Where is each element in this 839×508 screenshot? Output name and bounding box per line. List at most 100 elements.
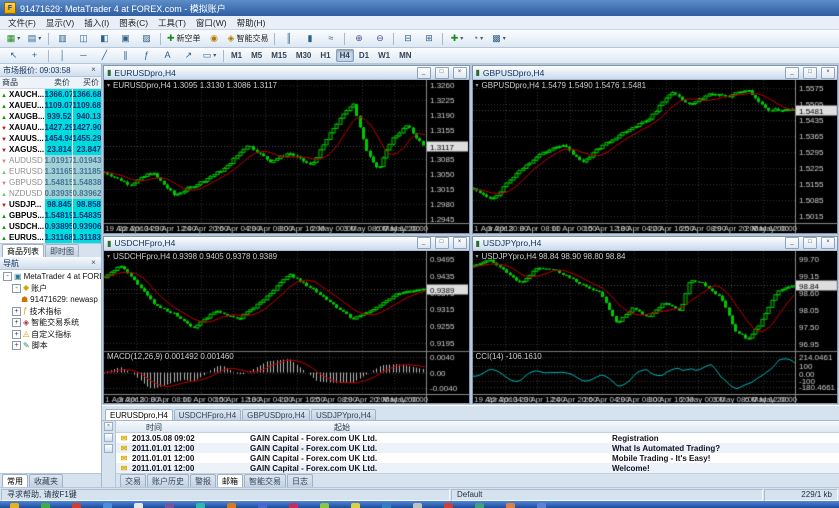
- crosshair-button[interactable]: +: [24, 48, 45, 63]
- vertical-line-button[interactable]: │: [52, 48, 73, 63]
- chart-tab[interactable]: GBPUSDpro,H4: [242, 409, 310, 420]
- ask-price[interactable]: 1427.90: [71, 122, 101, 133]
- zoom-in-button[interactable]: ⊕: [348, 31, 369, 46]
- bid-price[interactable]: 1.31168: [43, 232, 72, 243]
- timeframe-mn-button[interactable]: MN: [395, 49, 415, 62]
- trendline-button[interactable]: ╱: [94, 48, 115, 63]
- navigator-tree-item[interactable]: - ◆ 账户: [0, 283, 101, 295]
- symbol-row[interactable]: ▲ GBPUS... 1.54819 1.54835: [0, 210, 101, 221]
- symbol-cell[interactable]: ▲ XAUGB...: [0, 111, 44, 122]
- maximize-button[interactable]: □: [434, 66, 449, 79]
- indicators-button[interactable]: ✚ ▾: [446, 31, 467, 46]
- navigator-tree-item[interactable]: + ◈ 智能交易系统: [0, 317, 101, 329]
- cursor-button[interactable]: ↖: [3, 48, 24, 63]
- symbol-cell[interactable]: ▲ EURUSD: [0, 166, 44, 177]
- taskbar-icon[interactable]: [537, 503, 546, 508]
- ask-price[interactable]: 1.31183: [71, 232, 101, 243]
- ask-price[interactable]: 1109.68: [71, 100, 101, 111]
- symbol-cell[interactable]: ▲ XAUEU...: [0, 100, 44, 111]
- collapse-icon[interactable]: -: [12, 283, 21, 293]
- chart-window-titlebar[interactable]: ▮ GBPUSDpro,H4 _ □ ×: [472, 66, 837, 80]
- terminal-tab[interactable]: 邮箱: [217, 474, 243, 487]
- price-chart-canvas[interactable]: [472, 80, 837, 233]
- taskbar-icon[interactable]: [475, 503, 484, 508]
- taskbar-icon[interactable]: [72, 503, 81, 508]
- symbol-row[interactable]: ▲ XAUGB... 939.52 940.13: [0, 111, 101, 122]
- navigator-tree-item[interactable]: ☗ 91471629: newasp: [0, 294, 101, 306]
- terminal-tab[interactable]: 警报: [190, 474, 216, 487]
- zoom-out-button[interactable]: ⊖: [369, 31, 390, 46]
- ask-price[interactable]: 1455.29: [71, 133, 101, 144]
- maximize-button[interactable]: □: [803, 66, 817, 79]
- fibonacci-retracement-button[interactable]: ƒ: [136, 48, 157, 63]
- menu-item[interactable]: 文件(F): [3, 16, 41, 29]
- timeframe-d1-button[interactable]: D1: [355, 49, 373, 62]
- terminal-tab[interactable]: 智能交易: [244, 474, 286, 487]
- data-window-toggle-button[interactable]: ◫: [73, 31, 94, 46]
- navigator-tab[interactable]: 收藏夹: [29, 474, 63, 487]
- market-watch-tab[interactable]: 商品列表: [2, 244, 44, 257]
- terminal-tab[interactable]: 日志: [287, 474, 313, 487]
- price-chart-canvas[interactable]: [104, 250, 469, 403]
- timeframe-h4-button[interactable]: H4: [335, 49, 354, 62]
- chart-tab[interactable]: USDCHFpro,H4: [173, 409, 242, 420]
- timeframe-m1-button[interactable]: M1: [227, 49, 246, 62]
- ask-price[interactable]: 0.83962: [71, 188, 101, 199]
- close-button[interactable]: ×: [821, 66, 835, 79]
- menu-item[interactable]: 图表(C): [114, 16, 153, 29]
- navigator-tab[interactable]: 常用: [2, 474, 28, 487]
- mail-row[interactable]: ✉ 2011.01.01 12:00 GAIN Capital - Forex.co…: [116, 453, 839, 463]
- ask-price[interactable]: 1.31185: [71, 166, 101, 177]
- symbol-row[interactable]: ▼ USDJP... 98.845 98.858: [0, 199, 101, 210]
- menu-item[interactable]: 插入(I): [79, 16, 114, 29]
- minimize-button[interactable]: _: [416, 66, 431, 79]
- market-watch-toggle-button[interactable]: ▥: [52, 31, 73, 46]
- line-chart-mode-button[interactable]: ≈: [320, 31, 341, 46]
- symbol-row[interactable]: ▲ EURUSD 1.31165 1.31185: [0, 166, 101, 177]
- taskbar-icon[interactable]: [413, 503, 422, 508]
- symbol-cell[interactable]: ▼ XAUUS...: [0, 133, 44, 144]
- chart-window-titlebar[interactable]: ▮ EURUSDpro,H4 _ □ ×: [104, 66, 469, 80]
- symbol-row[interactable]: ▼ XAGUS... 23.814 23.847: [0, 144, 101, 155]
- arrows-tool-button[interactable]: ↗: [178, 48, 199, 63]
- shapes-button[interactable]: ▭ ▾: [199, 48, 220, 63]
- collapse-icon[interactable]: -: [3, 272, 12, 282]
- ask-price[interactable]: 1.01943: [71, 155, 101, 166]
- timeframe-h1-button[interactable]: H1: [316, 49, 334, 62]
- bid-price[interactable]: 98.845: [43, 199, 72, 210]
- taskbar-icon[interactable]: [10, 503, 19, 508]
- status-profile[interactable]: Default: [451, 488, 763, 501]
- bid-price[interactable]: 1366.07: [43, 88, 72, 100]
- taskbar-icon[interactable]: [289, 503, 298, 508]
- symbol-cell[interactable]: ▲ XAUCH...: [0, 89, 44, 101]
- chart-window-titlebar[interactable]: ▮ USDJPYpro,H4 _ □ ×: [472, 236, 837, 251]
- close-icon[interactable]: ×: [89, 259, 98, 267]
- taskbar-icon[interactable]: [320, 503, 329, 508]
- price-chart-canvas[interactable]: [472, 250, 837, 403]
- close-button[interactable]: ×: [452, 66, 467, 79]
- timeframe-m5-button[interactable]: M5: [247, 49, 266, 62]
- minimize-button[interactable]: _: [416, 237, 431, 249]
- horizontal-line-button[interactable]: ─: [73, 48, 94, 63]
- symbol-row[interactable]: ▼ XAUUS... 1454.94 1455.29: [0, 133, 101, 144]
- expand-icon[interactable]: +: [12, 318, 21, 328]
- ask-price[interactable]: 940.13: [71, 111, 101, 122]
- text-label-button[interactable]: A: [157, 48, 178, 63]
- taskbar-icon[interactable]: [444, 503, 453, 508]
- symbol-row[interactable]: ▲ XAUCH... 1366.07 1366.68: [0, 88, 101, 101]
- symbol-cell[interactable]: ▲ USDCH...: [0, 221, 44, 232]
- symbol-row[interactable]: ▼ XAUAU... 1427.29 1427.90: [0, 122, 101, 133]
- taskbar-icon[interactable]: [41, 503, 50, 508]
- symbol-row[interactable]: ▲ USDCH... 0.93895 0.93906: [0, 221, 101, 232]
- bid-price[interactable]: 23.814: [43, 144, 72, 155]
- taskbar-icon[interactable]: [258, 503, 267, 508]
- terminal-tab[interactable]: 账户历史: [147, 474, 189, 487]
- symbol-row[interactable]: ▲ XAUEU... 1109.07 1109.68: [0, 100, 101, 111]
- navigator-tree-item[interactable]: + ✎ 脚本: [0, 340, 101, 352]
- taskbar-icon[interactable]: [382, 503, 391, 508]
- new-chart-button[interactable]: ▦ ▾: [3, 31, 24, 46]
- taskbar-icon[interactable]: [103, 503, 112, 508]
- minimize-button[interactable]: _: [785, 66, 799, 79]
- mail-row[interactable]: ✉ 2011.01.01 12:00 GAIN Capital - Forex.co…: [116, 463, 839, 473]
- taskbar-icon[interactable]: [165, 503, 174, 508]
